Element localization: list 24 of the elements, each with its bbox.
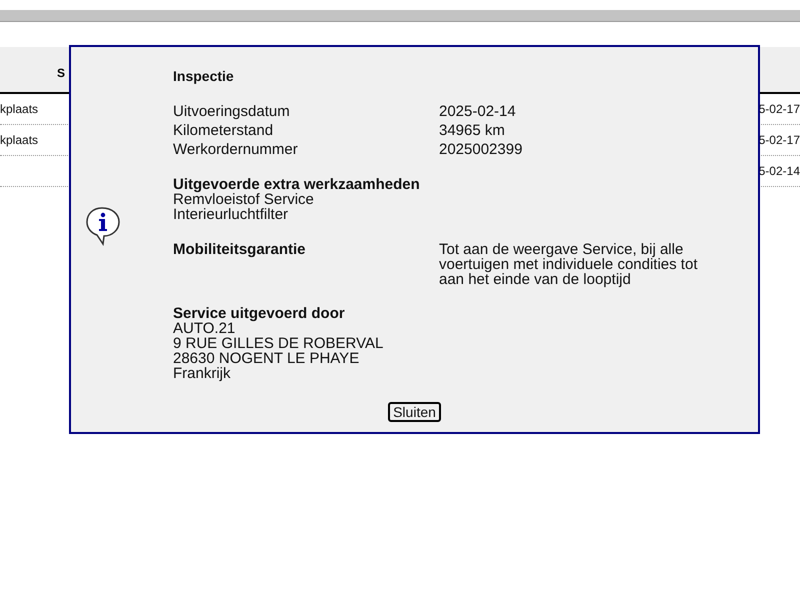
list-item: Interieurluchtfilter <box>173 207 288 222</box>
field-label: Kilometerstand <box>173 122 274 139</box>
field-label: Werkordernummer <box>173 141 298 158</box>
table-cell-text: kplaats <box>0 132 38 149</box>
field-value: 34965 km <box>439 122 505 139</box>
address-line: AUTO.21 <box>173 321 236 336</box>
column-header: S <box>57 65 66 82</box>
section-heading: Service uitgevoerd door <box>173 306 345 321</box>
field-value: Tot aan de weergave Service, bij alle voertuigen met individuele condities tot aan het einde van de looptijd <box>439 242 698 287</box>
address-line: 9 RUE GILLES DE ROBERVAL <box>173 336 384 351</box>
address-line: Frankrijk <box>173 366 231 381</box>
list-item: Remvloeistof Service <box>173 192 314 207</box>
field-value: 2025002399 <box>439 141 522 158</box>
dialog-title: Inspectie <box>173 67 234 86</box>
table-cell-text: kplaats <box>0 101 38 118</box>
address-line: 28630 NOGENT LE PHAYE <box>173 351 360 366</box>
table-cell-text: 5-02-17 <box>758 101 800 118</box>
field-label: Uitvoeringsdatum <box>173 103 290 120</box>
section-heading: Uitgevoerde extra werkzaamheden <box>173 177 420 192</box>
close-button[interactable]: Sluiten <box>388 402 441 422</box>
table-cell-text: 5-02-17 <box>758 132 800 149</box>
field-label: Mobiliteitsgarantie <box>173 241 306 258</box>
field-value: 2025-02-14 <box>439 103 516 120</box>
table-cell-text: 5-02-14 <box>758 163 800 180</box>
